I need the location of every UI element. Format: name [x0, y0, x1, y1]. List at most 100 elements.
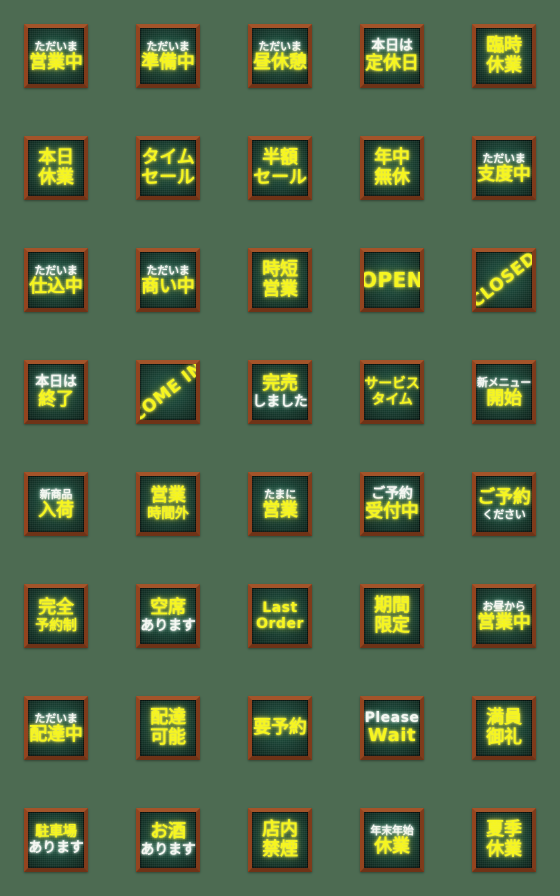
sticker-text-line: 本日は	[371, 38, 413, 54]
sticker-text-line: ください	[482, 507, 526, 521]
sticker-hangaku-sale[interactable]: 半額 セール	[248, 136, 312, 200]
sticker-honjitsu-shuryo[interactable]: 本日は 終了	[24, 360, 88, 424]
sticker-text-block: ただいま 昼休憩	[252, 41, 308, 72]
sticker-cell: 新商品 入荷	[0, 448, 112, 560]
sticker-eigyo-jikangai[interactable]: 営業 時間外	[136, 472, 200, 536]
sticker-text-line: タイム	[371, 392, 413, 408]
sticker-nenju-mukyu[interactable]: 年中 無休	[360, 136, 424, 200]
sticker-hiruyasumi[interactable]: ただいま 昼休憩	[248, 24, 312, 88]
sticker-cell: 時短 営業	[224, 224, 336, 336]
sticker-closed[interactable]: CLOSED	[472, 248, 536, 312]
sticker-kuseki-arimasu[interactable]: 空席 あります	[136, 584, 200, 648]
sticker-nenmatsu-nenshi[interactable]: 年末年始 休業	[360, 808, 424, 872]
sticker-text-block: 空席 あります	[140, 599, 196, 634]
sticker-junbichu[interactable]: ただいま 準備中	[136, 24, 200, 88]
sticker-text-line: あります	[140, 618, 196, 634]
sticker-text-block: COME IN	[140, 364, 196, 420]
sticker-text-line: 終了	[38, 389, 74, 410]
sticker-cell: 営業 時間外	[112, 448, 224, 560]
sticker-text-block: 本日 休業	[28, 149, 84, 187]
sticker-text-line: Wait	[367, 725, 417, 746]
sticker-text-line: 要予約	[253, 717, 307, 738]
sticker-text-line: 半額	[262, 147, 298, 168]
sticker-text-block: サービス タイム	[364, 377, 420, 407]
sticker-manin-onrei[interactable]: 満員 御礼	[472, 696, 536, 760]
sticker-text-line: セール	[253, 167, 307, 188]
sticker-text-block: 本日は 終了	[28, 375, 84, 409]
sticker-text-line: あります	[140, 842, 196, 858]
sticker-text-block: お酒 あります	[140, 823, 196, 858]
sticker-cell: 本日 休業	[0, 112, 112, 224]
sticker-cell: お昼から 営業中	[448, 560, 560, 672]
sticker-ohiru-kara[interactable]: お昼から 営業中	[472, 584, 536, 648]
sticker-text-line: 営業	[150, 485, 186, 506]
sticker-text-block: 本日は 定休日	[364, 39, 420, 73]
sticker-text-block: 店内 禁煙	[252, 821, 308, 859]
sticker-text-line: サービス	[364, 376, 420, 392]
sticker-kanzen-yoyakusei[interactable]: 完全 予約制	[24, 584, 88, 648]
sticker-shitakuchu[interactable]: ただいま 支度中	[472, 136, 536, 200]
sticker-cell: 本日は 定休日	[336, 0, 448, 112]
sticker-text-line: 入荷	[38, 499, 74, 521]
sticker-cell: 駐車場 あります	[0, 784, 112, 896]
sticker-shin-menu-kaishi[interactable]: 新メニュー 開始	[472, 360, 536, 424]
sticker-come-in[interactable]: COME IN	[136, 360, 200, 424]
sticker-cell: ただいま 準備中	[112, 0, 224, 112]
sticker-honjitsu-kyugyo[interactable]: 本日 休業	[24, 136, 88, 200]
sticker-rinji-kyugyo[interactable]: 臨時 休業	[472, 24, 536, 88]
sticker-tennai-kinen[interactable]: 店内 禁煙	[248, 808, 312, 872]
sticker-service-time[interactable]: サービス タイム	[360, 360, 424, 424]
sticker-text-line: ただいま	[258, 39, 302, 53]
sticker-text-block: OPEN	[364, 270, 420, 290]
sticker-last-order[interactable]: Last Order	[248, 584, 312, 648]
sticker-akinaichu[interactable]: ただいま 商い中	[136, 248, 200, 312]
sticker-text-block: 半額 セール	[252, 149, 308, 187]
sticker-time-sale[interactable]: タイム セール	[136, 136, 200, 200]
sticker-osake-arimasu[interactable]: お酒 あります	[136, 808, 200, 872]
sticker-kikan-gentei[interactable]: 期間 限定	[360, 584, 424, 648]
sticker-cell: 完売 しました	[224, 336, 336, 448]
sticker-cell: Last Order	[224, 560, 336, 672]
sticker-cell: ただいま 商い中	[112, 224, 224, 336]
sticker-text-line: 受付中	[365, 501, 419, 522]
sticker-text-line: 期間	[374, 595, 410, 616]
sticker-chushajo-arimasu[interactable]: 駐車場 あります	[24, 808, 88, 872]
sticker-haitatsu-kano[interactable]: 配達 可能	[136, 696, 200, 760]
sticker-yo-yoyaku[interactable]: 要予約	[248, 696, 312, 760]
sticker-cell: 店内 禁煙	[224, 784, 336, 896]
sticker-text-line: 臨時	[486, 35, 522, 56]
sticker-text-line: お昼から	[482, 599, 526, 613]
sticker-text-line: 商い中	[141, 275, 195, 297]
sticker-jitan-eigyo[interactable]: 時短 営業	[248, 248, 312, 312]
sticker-text-line: ただいま	[146, 263, 190, 277]
sticker-text-line: Last	[262, 600, 298, 616]
sticker-cell: ただいま 営業中	[0, 0, 112, 112]
sticker-text-block: 夏季 休業	[476, 821, 532, 859]
sticker-eigyochu[interactable]: ただいま 営業中	[24, 24, 88, 88]
sticker-text-line: 休業	[38, 167, 74, 188]
sticker-please-wait[interactable]: Please Wait	[360, 696, 424, 760]
sticker-text-block: Last Order	[252, 601, 308, 631]
sticker-goyoyaku-kudasai[interactable]: ご予約 ください	[472, 472, 536, 536]
sticker-text-line: ただいま	[34, 711, 78, 725]
sticker-text-block: 臨時 休業	[476, 37, 532, 75]
sticker-cell: 半額 セール	[224, 112, 336, 224]
sticker-cell: ご予約 ください	[448, 448, 560, 560]
sticker-open[interactable]: OPEN	[360, 248, 424, 312]
sticker-text-line: セール	[141, 167, 195, 188]
sticker-text-line: 予約制	[35, 618, 77, 634]
sticker-shinshohin-nyuka[interactable]: 新商品 入荷	[24, 472, 88, 536]
sticker-cell: ただいま 配達中	[0, 672, 112, 784]
sticker-text-block: 営業 時間外	[140, 485, 196, 522]
sticker-teikyubi[interactable]: 本日は 定休日	[360, 24, 424, 88]
sticker-kanbai[interactable]: 完売 しました	[248, 360, 312, 424]
sticker-cell: 臨時 休業	[448, 0, 560, 112]
sticker-haitatsuchu[interactable]: ただいま 配達中	[24, 696, 88, 760]
sticker-kaki-kyugyo[interactable]: 夏季 休業	[472, 808, 536, 872]
sticker-text-line: 時間外	[147, 506, 189, 522]
sticker-tamani-eigyo[interactable]: たまに 営業	[248, 472, 312, 536]
sticker-text-block: ご予約 受付中	[364, 487, 420, 521]
sticker-goyoyaku-uketsuke[interactable]: ご予約 受付中	[360, 472, 424, 536]
sticker-shikomichu[interactable]: ただいま 仕込中	[24, 248, 88, 312]
sticker-text-line: 準備中	[141, 51, 195, 73]
